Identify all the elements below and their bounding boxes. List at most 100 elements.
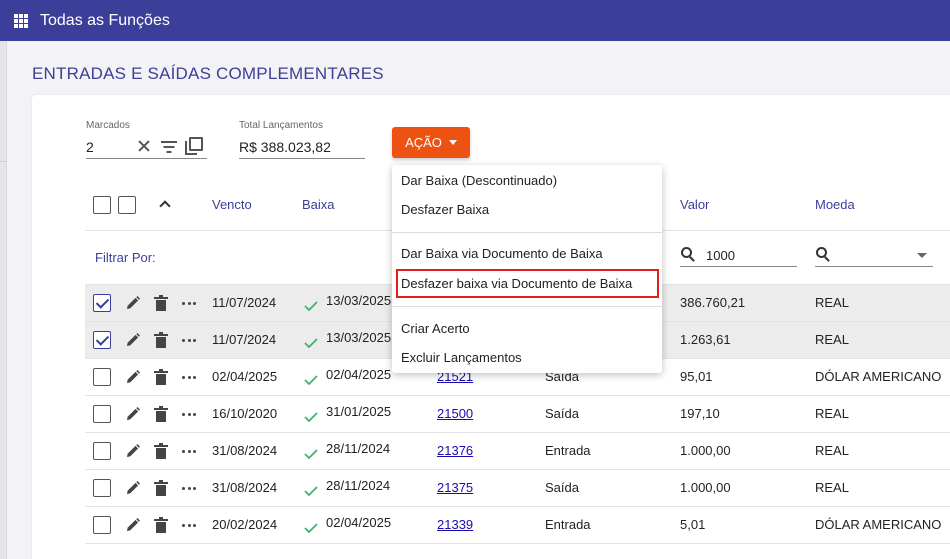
cell-vencto: 16/10/2020	[212, 406, 278, 421]
search-icon	[681, 247, 696, 262]
cell-moeda: REAL	[815, 480, 849, 495]
pencil-icon[interactable]	[125, 295, 141, 311]
row-divider	[85, 506, 950, 507]
trash-icon[interactable]	[154, 332, 168, 348]
more-icon[interactable]	[182, 524, 196, 528]
cell-vencto: 20/02/2024	[212, 517, 278, 532]
trash-icon[interactable]	[154, 480, 168, 496]
cell-valor: 5,01	[680, 517, 706, 532]
menu-separator	[392, 232, 662, 233]
action-button-label: AÇÃO	[405, 135, 442, 150]
valor-filter-input[interactable]: 1000	[706, 248, 735, 263]
trash-icon[interactable]	[154, 443, 168, 459]
more-icon[interactable]	[182, 487, 196, 491]
pencil-icon[interactable]	[125, 443, 141, 459]
cell-baixa: 13/03/2025	[326, 293, 392, 308]
chevron-down-icon[interactable]	[917, 253, 927, 258]
cell-valor: 1.000,00	[680, 480, 731, 495]
header-vencto[interactable]: Vencto	[212, 197, 252, 212]
row-checkbox[interactable]	[93, 479, 111, 497]
menu-item-excluir-lancamentos[interactable]: Excluir Lançamentos	[401, 350, 522, 365]
cell-documento-link[interactable]: 21375	[437, 480, 473, 495]
marcados-underline	[86, 158, 207, 159]
cell-valor: 386.760,21	[680, 295, 746, 310]
row-divider	[85, 543, 950, 544]
row-checkbox[interactable]	[93, 516, 111, 534]
page-title: ENTRADAS E SAÍDAS COMPLEMENTARES	[32, 64, 384, 83]
row-divider	[85, 395, 950, 396]
more-icon[interactable]	[182, 302, 196, 306]
select-page-checkbox[interactable]	[118, 196, 136, 214]
moeda-filter-underline	[815, 266, 933, 267]
pencil-icon[interactable]	[125, 517, 141, 533]
row-checkbox[interactable]	[93, 331, 111, 349]
cell-documento-link[interactable]: 21339	[437, 517, 473, 532]
pencil-icon[interactable]	[125, 406, 141, 422]
total-value: R$ 388.023,82	[239, 139, 331, 155]
cell-vencto: 11/07/2024	[212, 332, 277, 347]
trash-icon[interactable]	[154, 517, 168, 533]
menu-item-desfazer-baixa[interactable]: Desfazer Baixa	[401, 202, 489, 217]
cell-tipo: Entrada	[545, 517, 591, 532]
trash-icon[interactable]	[154, 369, 168, 385]
apps-grid-icon[interactable]	[14, 13, 28, 28]
cell-documento-link[interactable]: 21376	[437, 443, 473, 458]
valor-filter-underline	[680, 266, 797, 267]
check-icon	[304, 336, 318, 349]
more-icon[interactable]	[182, 450, 196, 454]
copy-icon[interactable]	[185, 137, 203, 155]
cell-tipo: Saída	[545, 480, 579, 495]
cell-moeda: REAL	[815, 332, 849, 347]
cell-baixa: 31/01/2025	[326, 404, 392, 419]
cell-vencto: 31/08/2024	[212, 443, 278, 458]
cell-valor: 1.000,00	[680, 443, 731, 458]
pencil-icon[interactable]	[125, 369, 141, 385]
caret-down-icon	[448, 140, 457, 145]
search-icon	[816, 247, 831, 262]
check-icon	[304, 447, 318, 460]
marcados-value: 2	[86, 139, 94, 155]
check-icon	[304, 521, 318, 534]
check-icon	[304, 299, 318, 312]
row-checkbox[interactable]	[93, 294, 111, 312]
cell-baixa: 28/11/2024	[326, 478, 391, 493]
app-title[interactable]: Todas as Funções	[40, 12, 170, 30]
menu-item-dar-baixa[interactable]: Dar Baixa (Descontinuado)	[401, 173, 557, 188]
pencil-icon[interactable]	[125, 332, 141, 348]
cell-valor: 95,01	[680, 369, 713, 384]
highlight-box	[396, 269, 659, 298]
cell-documento-link[interactable]: 21500	[437, 406, 473, 421]
header-valor[interactable]: Valor	[680, 197, 709, 212]
trash-icon[interactable]	[154, 295, 168, 311]
pencil-icon[interactable]	[125, 480, 141, 496]
trash-icon[interactable]	[154, 406, 168, 422]
row-checkbox[interactable]	[93, 368, 111, 386]
check-icon	[304, 410, 318, 423]
more-icon[interactable]	[182, 339, 196, 343]
close-icon[interactable]	[137, 139, 151, 153]
filter-icon[interactable]	[161, 141, 177, 153]
menu-separator	[392, 306, 662, 307]
action-button[interactable]: AÇÃO	[392, 127, 470, 158]
more-icon[interactable]	[182, 413, 196, 417]
top-bar: Todas as Funções	[0, 0, 950, 41]
header-moeda[interactable]: Moeda	[815, 197, 855, 212]
row-divider	[85, 469, 950, 470]
cell-tipo: Saída	[545, 406, 579, 421]
menu-item-dar-baixa-documento[interactable]: Dar Baixa via Documento de Baixa	[401, 246, 603, 261]
cell-moeda: REAL	[815, 406, 849, 421]
more-icon[interactable]	[182, 376, 196, 380]
check-icon	[304, 373, 318, 386]
cell-moeda: REAL	[815, 295, 849, 310]
header-baixa[interactable]: Baixa	[302, 197, 335, 212]
cell-baixa: 02/04/2025	[326, 515, 392, 530]
total-label: Total Lançamentos	[239, 120, 323, 131]
marcados-label: Marcados	[86, 120, 130, 131]
cell-moeda: DÓLAR AMERICANO	[815, 517, 942, 532]
row-checkbox[interactable]	[93, 442, 111, 460]
filter-label: Filtrar Por:	[95, 250, 156, 265]
menu-item-criar-acerto[interactable]: Criar Acerto	[401, 321, 470, 336]
moeda-filter-select[interactable]	[841, 248, 901, 264]
row-checkbox[interactable]	[93, 405, 111, 423]
select-all-checkbox[interactable]	[93, 196, 111, 214]
